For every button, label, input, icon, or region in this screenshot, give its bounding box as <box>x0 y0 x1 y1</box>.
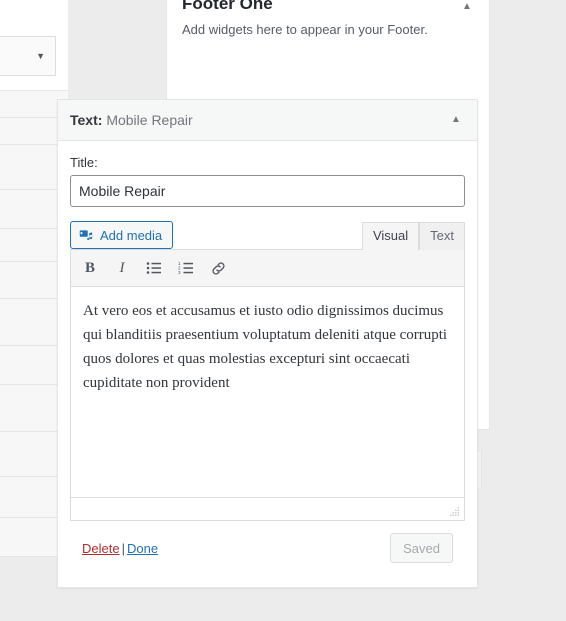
text-widget-header[interactable]: Text: Mobile Repair ▲ <box>58 100 477 141</box>
text-widget-footer: Delete | Done Saved <box>70 521 465 577</box>
editor-paragraph: At vero eos et accusamus et iusto odio d… <box>83 303 448 391</box>
tab-visual-label: Visual <box>372 228 409 243</box>
tab-visual[interactable]: Visual <box>361 222 420 251</box>
chevron-down-icon: ▼ <box>36 51 45 61</box>
italic-icon[interactable]: I <box>107 254 137 282</box>
media-and-tabs-row: Add media Visual Text <box>70 221 465 251</box>
save-button[interactable]: Saved <box>390 533 453 563</box>
resize-handle-icon[interactable] <box>449 506 461 518</box>
chevron-up-icon[interactable]: ▲ <box>445 100 467 140</box>
text-widget-title: Text: Mobile Repair <box>70 112 193 128</box>
sidebar-description: Add widgets here to appear in your Foote… <box>182 22 428 37</box>
add-media-label: Add media <box>100 227 163 243</box>
sidebar-header[interactable]: Footer One Add widgets here to appear in… <box>167 0 489 51</box>
numbered-list-icon[interactable]: 1 2 3 <box>171 254 201 282</box>
available-widgets-intro: attributes to filter our store. <box>0 0 68 32</box>
bullet-list-icon[interactable] <box>139 254 169 282</box>
delete-link[interactable]: Delete <box>82 541 120 556</box>
link-icon[interactable] <box>203 254 233 282</box>
chevron-up-icon[interactable]: ▲ <box>457 0 477 17</box>
text-widget-type-label: Text: <box>70 112 103 128</box>
text-widget-body: Title: Add media Visual Text <box>58 141 477 587</box>
editor-mode-tabs: Visual Text <box>361 222 465 251</box>
sidebar-title: Footer One <box>182 0 273 13</box>
tab-text[interactable]: Text <box>419 222 465 250</box>
svg-text:3: 3 <box>178 270 181 275</box>
text-widget-instance-title: Mobile Repair <box>106 112 193 128</box>
widget-select-wrapper: ts by Rat... ▼ <box>0 32 68 90</box>
editor-content-area[interactable]: At vero eos et accusamus et iusto odio d… <box>71 287 464 497</box>
widget-action-links: Delete | Done <box>82 541 158 556</box>
bold-icon[interactable]: B <box>75 254 105 282</box>
done-link[interactable]: Done <box>127 541 158 556</box>
intro-line-2: our store. <box>0 4 56 22</box>
link-separator: | <box>121 540 125 556</box>
title-input[interactable] <box>70 175 465 207</box>
editor-toolbar: B I 1 2 3 <box>71 250 464 287</box>
title-field-label: Title: <box>70 155 98 170</box>
rich-text-editor: B I 1 2 3 At vero eos et accusamus et iu… <box>70 249 465 521</box>
add-media-button[interactable]: Add media <box>70 221 174 249</box>
text-widget-panel: Text: Mobile Repair ▲ Title: Add media V… <box>57 99 478 588</box>
media-icon <box>79 228 94 243</box>
widget-area-select[interactable]: ts by Rat... ▼ <box>0 36 56 76</box>
tab-text-label: Text <box>430 228 454 243</box>
editor-statusbar <box>71 497 464 520</box>
